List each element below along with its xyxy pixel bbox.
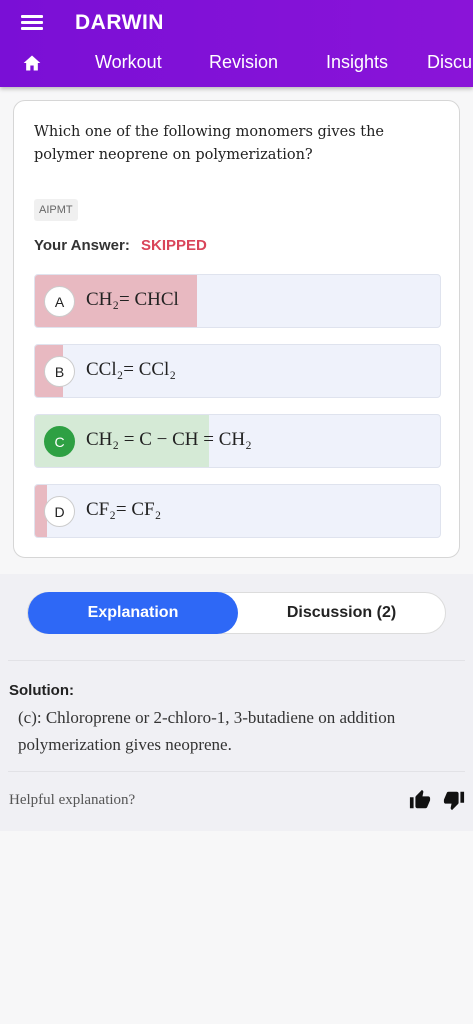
option-d[interactable]: D CF₂= CF₂ [34, 484, 441, 538]
question-text: Which one of the following monomers give… [34, 124, 384, 163]
nav-item-discussion[interactable]: Discu [427, 52, 472, 73]
thumbs-up-icon[interactable] [409, 789, 431, 811]
menu-icon[interactable] [21, 13, 43, 33]
app-bar: DARWIN Workout Revision Insights Discu [0, 0, 473, 87]
option-b-text: CCl₂= CCl₂ [86, 359, 176, 380]
option-b[interactable]: B CCl₂= CCl₂ [34, 344, 441, 398]
divider [8, 771, 465, 772]
explanation-tabs: Explanation Discussion (2) [27, 592, 446, 634]
answer-status: SKIPPED [141, 237, 207, 254]
your-answer-label: Your Answer: [34, 237, 130, 254]
tab-explanation[interactable]: Explanation [28, 592, 238, 634]
nav-item-workout[interactable]: Workout [95, 52, 162, 73]
option-d-text: CF₂= CF₂ [86, 499, 162, 520]
nav-item-insights[interactable]: Insights [326, 52, 388, 73]
option-c-text: CH₂ = C − CH = CH₂ [86, 429, 252, 450]
option-a[interactable]: A CH₂= CHCl [34, 274, 441, 328]
question-card: Which one of the following monomers give… [13, 100, 460, 558]
home-icon[interactable] [22, 53, 42, 73]
exam-tag: AIPMT [34, 199, 78, 221]
tab-discussion[interactable]: Discussion (2) [238, 593, 445, 633]
option-c-badge: C [44, 426, 75, 457]
helpful-prompt: Helpful explanation? [9, 792, 136, 808]
app-title: DARWIN [75, 11, 164, 34]
option-b-badge: B [44, 356, 75, 387]
solution-label: Solution: [9, 682, 74, 699]
option-d-badge: D [44, 496, 75, 527]
top-nav: Workout Revision Insights Discu [0, 48, 473, 80]
nav-item-revision[interactable]: Revision [209, 52, 278, 73]
thumbs-down-icon[interactable] [443, 789, 465, 811]
option-a-text: CH₂= CHCl [86, 289, 179, 310]
explanation-section: Explanation Discussion (2) Solution: (c)… [0, 574, 473, 831]
solution-text: (c): Chloroprene or 2-chloro-1, 3-butadi… [18, 708, 396, 754]
option-a-badge: A [44, 286, 75, 317]
option-c[interactable]: C CH₂ = C − CH = CH₂ [34, 414, 441, 468]
divider [8, 660, 465, 661]
